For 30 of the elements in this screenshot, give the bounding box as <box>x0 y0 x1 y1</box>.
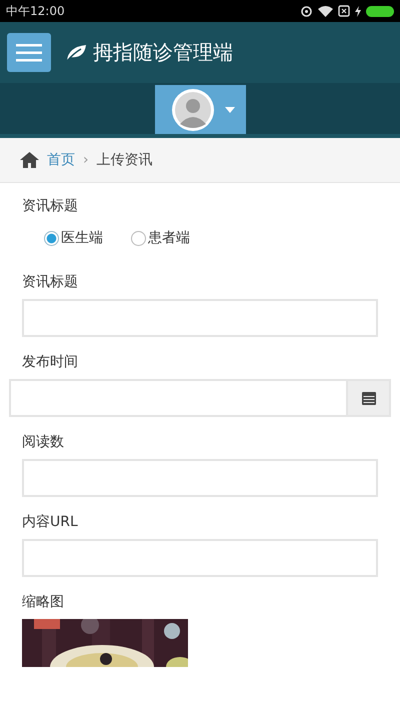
breadcrumb-separator: › <box>83 152 89 168</box>
field-label: 资讯标题 <box>22 273 79 291</box>
calendar-icon <box>362 391 376 405</box>
caret-icon <box>225 106 235 112</box>
battery-icon <box>366 6 394 16</box>
charging-icon <box>355 6 361 16</box>
menu-icon <box>16 44 42 62</box>
sim-icon <box>338 5 350 17</box>
breadcrumb-current: 上传资讯 <box>96 151 153 169</box>
status-time: 中午12:00 <box>6 2 65 20</box>
date-field[interactable] <box>9 379 346 417</box>
field-label: 发布时间 <box>21 353 79 371</box>
field-label: 阅读数 <box>22 433 65 451</box>
input-field[interactable] <box>22 539 378 577</box>
home-icon <box>20 152 39 168</box>
input-field[interactable] <box>22 459 378 497</box>
input-field[interactable] <box>22 299 378 337</box>
field-label: 内容URL <box>22 513 79 531</box>
app-title: 拇指随诊管理端 <box>93 39 233 66</box>
wifi-icon <box>318 5 333 17</box>
avatar-icon <box>171 88 215 132</box>
home-link[interactable]: 首页 <box>47 151 75 169</box>
leaf-icon <box>65 44 87 62</box>
calendar-button[interactable] <box>346 379 391 417</box>
field-label: 资讯标题 <box>22 197 79 215</box>
field-label: 缩略图 <box>22 593 65 611</box>
radio-option[interactable]: 医生端 <box>44 229 103 247</box>
menu-button[interactable] <box>7 33 51 72</box>
user-menu-button[interactable] <box>154 85 246 134</box>
radio-option[interactable]: 患者端 <box>131 229 190 247</box>
